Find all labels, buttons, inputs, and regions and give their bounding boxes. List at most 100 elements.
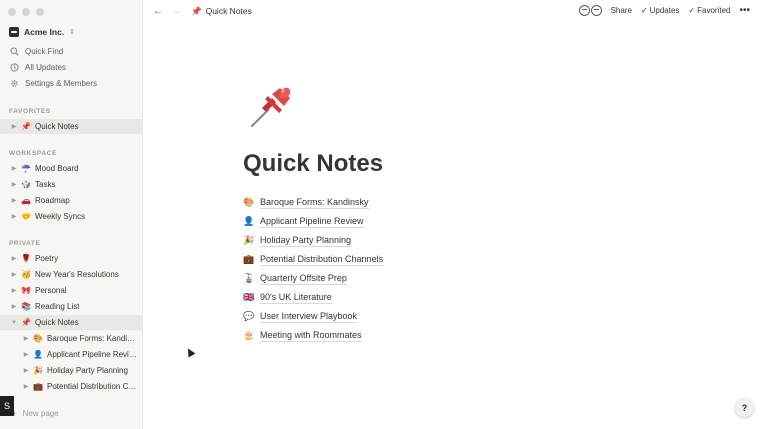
- page-emoji-icon: 🥳: [21, 270, 31, 279]
- collaborator-avatars[interactable]: [578, 5, 602, 16]
- expand-arrow-icon[interactable]: ▶: [8, 165, 20, 172]
- switch-arrows-icon: ⇕: [69, 29, 76, 36]
- sidebar-subpage-baroque-forms[interactable]: ▶ 🎨 Baroque Forms: Kandinsky: [0, 331, 142, 346]
- page-title[interactable]: Quick Notes: [243, 150, 383, 178]
- expand-arrow-icon[interactable]: ▶: [8, 271, 20, 278]
- breadcrumb[interactable]: 📌 Quick Notes: [191, 6, 252, 17]
- page-label: Potential Distribution Channels: [47, 382, 137, 391]
- expand-arrow-icon[interactable]: ▶: [8, 255, 20, 262]
- sidebar-page-mood-board[interactable]: ▶ ☂️ Mood Board: [0, 161, 142, 176]
- page-emoji-icon: 💼: [243, 254, 255, 264]
- page-label: Quick Notes: [35, 318, 79, 327]
- expand-arrow-icon[interactable]: ▶: [20, 335, 32, 342]
- private-section-label: PRIVATE: [9, 240, 41, 247]
- page-emoji-icon: 👤: [33, 350, 43, 359]
- history-nav: ← →: [153, 6, 181, 17]
- workspace-switcher[interactable]: Acme Inc. ⇕: [9, 27, 75, 37]
- expand-arrow-icon[interactable]: ▶: [8, 287, 20, 294]
- sidebar: Acme Inc. ⇕ Quick Find All Updates Setti…: [0, 0, 143, 429]
- sidebar-page-quick-notes[interactable]: ▼ 📌 Quick Notes: [0, 315, 142, 330]
- sidebar-page-reading-list[interactable]: ▶ 📚 Reading List: [0, 299, 142, 314]
- new-page-button[interactable]: + New page: [12, 409, 59, 418]
- sidebar-subpage-distribution-channels[interactable]: ▶ 💼 Potential Distribution Channels: [0, 379, 142, 394]
- help-button[interactable]: ?: [735, 398, 754, 417]
- expand-arrow-icon[interactable]: ▶: [20, 367, 32, 374]
- page-link-distribution-channels[interactable]: 💼 Potential Distribution Channels: [243, 250, 384, 269]
- page-link-label: 90's UK Literature: [260, 291, 332, 304]
- page-link-label: Baroque Forms: Kandinsky: [260, 196, 369, 209]
- page-emoji-icon: 💬: [243, 311, 255, 321]
- page-emoji-icon: 📚: [21, 302, 31, 311]
- sidebar-nav-label: All Updates: [25, 63, 66, 72]
- page-emoji-icon: 📌: [21, 122, 31, 131]
- page-emoji-icon: 🎉: [243, 235, 255, 245]
- page-link-baroque-forms[interactable]: 🎨 Baroque Forms: Kandinsky: [243, 193, 383, 212]
- expand-arrow-icon[interactable]: ▶: [8, 213, 20, 220]
- back-arrow-icon[interactable]: ←: [153, 6, 163, 17]
- page-emoji-icon: 🚡: [243, 273, 255, 283]
- sidebar-nav-label: Quick Find: [25, 47, 64, 56]
- favorite-quick-notes[interactable]: ▶ 📌 Quick Notes: [0, 119, 142, 134]
- sidebar-page-new-years-resolutions[interactable]: ▶ 🥳 New Year's Resolutions: [0, 267, 142, 282]
- sidebar-nav-label: Settings & Members: [25, 79, 98, 88]
- page-link-label: Potential Distribution Channels: [260, 253, 384, 266]
- forward-arrow-icon[interactable]: →: [171, 6, 181, 17]
- sidebar-subpage-applicant-pipeline[interactable]: ▶ 👤 Applicant Pipeline Review: [0, 347, 142, 362]
- page-label: Roadmap: [35, 196, 70, 205]
- sidebar-page-personal[interactable]: ▶ 🎀 Personal: [0, 283, 142, 298]
- pushpin-page-icon[interactable]: [246, 82, 296, 132]
- page-label: Reading List: [35, 302, 80, 311]
- page-label: Mood Board: [35, 164, 79, 173]
- sidebar-page-roadmap[interactable]: ▶ 🚗 Roadmap: [0, 193, 142, 208]
- page-emoji-icon: 🎲: [21, 180, 31, 189]
- page-link-label: Applicant Pipeline Review: [260, 215, 364, 228]
- sidebar-quick-find[interactable]: Quick Find: [10, 47, 63, 56]
- sidebar-all-updates[interactable]: All Updates: [10, 63, 66, 72]
- close-window-button[interactable]: [8, 8, 16, 16]
- favorites-section-label: FAVORITES: [9, 108, 51, 115]
- page-link-user-interview[interactable]: 💬 User Interview Playbook: [243, 307, 383, 326]
- share-button[interactable]: Share: [611, 6, 632, 15]
- more-options-button[interactable]: •••: [739, 5, 750, 16]
- sidebar-page-poetry[interactable]: ▶ 🌹 Poetry: [0, 251, 142, 266]
- expand-arrow-icon[interactable]: ▶: [8, 303, 20, 310]
- page-emoji-icon: 🎉: [33, 366, 43, 375]
- collapse-arrow-icon[interactable]: ▼: [8, 320, 20, 326]
- sidebar-page-weekly-syncs[interactable]: ▶ 🤝 Weekly Syncs: [0, 209, 142, 224]
- page-link-quarterly-offsite[interactable]: 🚡 Quarterly Offsite Prep: [243, 269, 383, 288]
- page-emoji-icon: 🚗: [21, 196, 31, 205]
- page-emoji-icon: 📌: [21, 318, 31, 327]
- expand-arrow-icon[interactable]: ▶: [8, 123, 20, 130]
- expand-arrow-icon[interactable]: ▶: [8, 181, 20, 188]
- expand-arrow-icon[interactable]: ▶: [20, 351, 32, 358]
- expand-arrow-icon[interactable]: ▶: [8, 197, 20, 204]
- page-link-uk-literature[interactable]: 🇬🇧 90's UK Literature: [243, 288, 383, 307]
- checkmark-icon: ✓: [688, 6, 696, 15]
- favorited-button[interactable]: ✓ Favorited: [688, 6, 730, 15]
- sidebar-settings-members[interactable]: Settings & Members: [10, 79, 97, 88]
- page-emoji-icon: 🤝: [21, 212, 31, 221]
- page-emoji-icon: 🎨: [33, 334, 43, 343]
- page-emoji-icon: 🎀: [21, 286, 31, 295]
- page-label: New Year's Resolutions: [35, 270, 119, 279]
- avatar: [590, 5, 602, 16]
- sidebar-subpage-holiday-party[interactable]: ▶ 🎉 Holiday Party Planning: [0, 363, 142, 378]
- minimize-window-button[interactable]: [22, 8, 30, 16]
- app-window: Acme Inc. ⇕ Quick Find All Updates Setti…: [0, 0, 770, 429]
- new-page-label: New page: [22, 409, 59, 418]
- zoom-window-button[interactable]: [36, 8, 44, 16]
- breadcrumb-label: Quick Notes: [205, 6, 252, 16]
- workspace-logo-icon: [9, 27, 19, 37]
- avatar: [578, 5, 590, 16]
- page-content: Quick Notes 🎨 Baroque Forms: Kandinsky 👤…: [143, 22, 770, 429]
- page-link-applicant-pipeline[interactable]: 👤 Applicant Pipeline Review: [243, 212, 383, 231]
- overlay-badge: S: [0, 396, 14, 416]
- page-label: Baroque Forms: Kandinsky: [47, 334, 137, 343]
- favorited-label: Favorited: [697, 6, 731, 15]
- updates-button[interactable]: ✓ Updates: [641, 6, 680, 15]
- page-link-meeting-roommates[interactable]: 🎂 Meeting with Roommates: [243, 326, 383, 345]
- sidebar-page-tasks[interactable]: ▶ 🎲 Tasks: [0, 177, 142, 192]
- page-link-label: Quarterly Offsite Prep: [260, 272, 347, 285]
- expand-arrow-icon[interactable]: ▶: [20, 383, 32, 390]
- page-link-holiday-party[interactable]: 🎉 Holiday Party Planning: [243, 231, 383, 250]
